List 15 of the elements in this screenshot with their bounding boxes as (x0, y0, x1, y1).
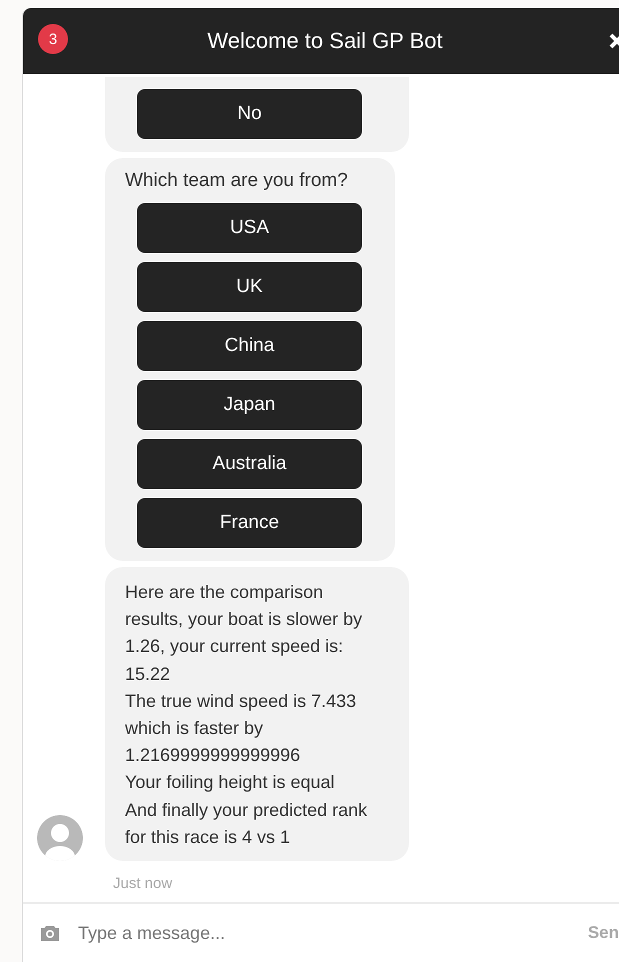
avatar-icon (37, 815, 83, 861)
camera-icon[interactable] (40, 924, 60, 942)
timestamp: Just now (112, 875, 174, 892)
message-text: Here are the comparison results, your boat is slower by 1.26, your current speed is: 15.22 The true wind speed is 7.433 which is faster by 1.2169999999999996 Your foiling height is equal And finally your predicted rank for this race is 4 vs 1 (125, 580, 368, 849)
message-text: Which team are you from? (125, 170, 349, 192)
option-button[interactable]: USA (137, 202, 362, 253)
option-button[interactable]: China (137, 320, 362, 371)
chat-title: Welcome to Sail GP Bot (207, 28, 443, 54)
message-input[interactable]: Type a message... (78, 922, 570, 944)
option-button[interactable]: UK (137, 262, 362, 312)
notification-badge: 3 (38, 24, 68, 54)
option-button[interactable]: Australia (137, 438, 362, 489)
option-button[interactable]: France (137, 498, 362, 548)
option-button[interactable]: No (137, 88, 362, 139)
option-button[interactable]: Japan (137, 380, 362, 430)
